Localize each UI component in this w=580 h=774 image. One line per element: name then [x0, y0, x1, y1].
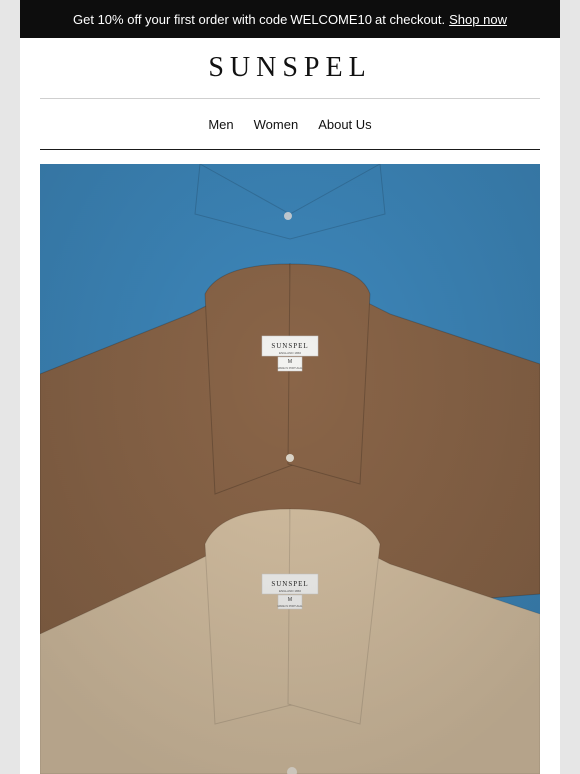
hero-image-linen-shirts[interactable]: SUNSPEL ENGLAND 1860 M MADE IN PORTUGAL …: [40, 164, 540, 774]
hero-illustration: SUNSPEL ENGLAND 1860 M MADE IN PORTUGAL …: [40, 164, 540, 774]
nav-item-about-us[interactable]: About Us: [318, 117, 371, 132]
shop-now-link[interactable]: Shop now: [449, 12, 507, 27]
label-size: M: [288, 359, 292, 365]
brown-shirt-collar-left: [204, 263, 296, 495]
brand-logo[interactable]: SUNSPEL: [20, 38, 560, 98]
promo-banner: Get 10% off your first order with code W…: [20, 0, 560, 38]
divider: [40, 149, 540, 150]
promo-text: Get 10% off your first order with code: [73, 11, 288, 27]
nav-item-women[interactable]: Women: [254, 117, 299, 132]
promo-code: WELCOME10: [290, 11, 373, 27]
label-origin: ENGLAND 1860: [279, 351, 301, 355]
label-made: MADE IN PORTUGAL: [278, 367, 303, 370]
shirt-button: [286, 454, 294, 462]
main-nav: Men Women About Us: [20, 99, 560, 149]
nav-item-men[interactable]: Men: [208, 117, 233, 132]
beige-shirt-collar-left: [204, 508, 296, 725]
label-origin: ENGLAND 1860: [279, 589, 301, 593]
label-brand: SUNSPEL: [271, 342, 308, 350]
email-container: Get 10% off your first order with code W…: [20, 0, 560, 774]
brown-shirt-collar-right: [287, 263, 371, 485]
shirt-button: [284, 212, 292, 220]
label-made: MADE IN PORTUGAL: [278, 605, 303, 608]
promo-suffix: at checkout.: [375, 11, 446, 27]
label-size: M: [288, 597, 292, 603]
label-brand: SUNSPEL: [271, 580, 308, 588]
